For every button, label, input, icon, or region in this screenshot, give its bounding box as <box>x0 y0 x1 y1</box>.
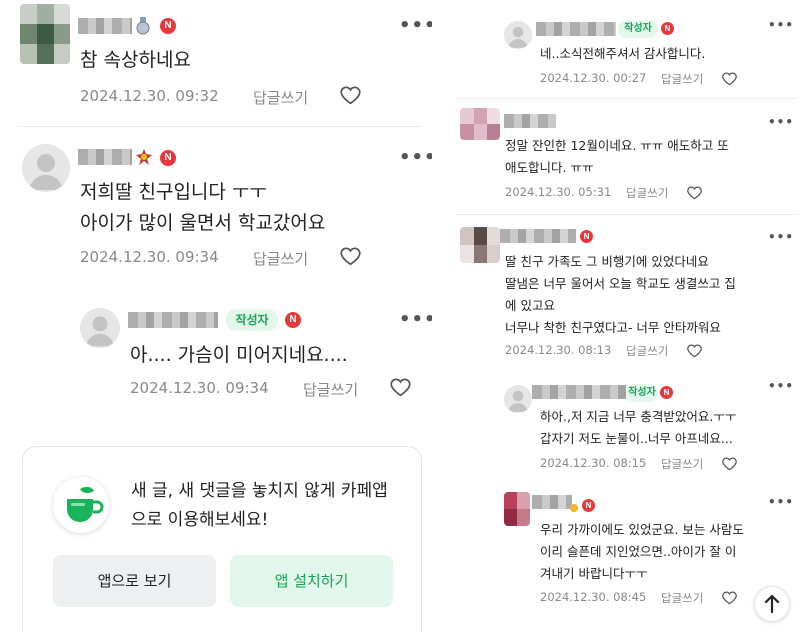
heart-icon[interactable] <box>340 247 361 270</box>
comment-text: 딸 친구 가족도 그 비행기에 있었다네요 딸냄은 너무 울어서 오늘 학교도 … <box>505 254 736 335</box>
reply-link[interactable]: 답글쓰기 <box>626 185 668 201</box>
comment-item: N ••• 저희딸 친구입니다 ㅜㅜ 아이가 많이 울면서 학교갔어요 2024… <box>0 127 432 287</box>
app-promo-card: 새 글, 새 댓글을 놓치지 않게 카페앱으로 이용해보세요! 앱으로 보기 앱… <box>22 446 422 632</box>
comment-text: 우리 가까이에도 있었군요. 보는 사람도 이리 슬픈데 지인었으면..아이가 … <box>540 522 744 581</box>
nickname[interactable] <box>532 385 626 399</box>
comment-item: N ••• 딸 친구 가족도 그 비행기에 있었다네요 딸냄은 너무 울어서 오… <box>452 215 800 365</box>
comment-text: 저희딸 친구입니다 ㅜㅜ 아이가 많이 울면서 학교갔어요 <box>80 181 326 234</box>
heart-icon[interactable] <box>340 86 361 109</box>
new-badge: N <box>285 312 301 328</box>
comment-date: 2024.12.30. 05:31 <box>505 185 612 199</box>
scroll-to-top-button[interactable] <box>754 586 790 622</box>
level-icon <box>570 498 578 512</box>
more-icon[interactable]: ••• <box>768 230 794 244</box>
reply-link[interactable]: 답글쓰기 <box>253 87 308 108</box>
nickname[interactable] <box>78 149 132 165</box>
nickname[interactable] <box>78 18 132 34</box>
comment-date: 2024.12.30. 09:34 <box>80 248 219 266</box>
nickname[interactable] <box>128 312 218 328</box>
profile-icon[interactable] <box>80 308 120 348</box>
new-badge: N <box>660 386 673 399</box>
medal-icon <box>136 17 150 35</box>
new-badge: N <box>580 230 593 243</box>
nickname[interactable] <box>504 114 556 128</box>
nickname[interactable] <box>500 229 576 243</box>
level-icon <box>136 149 152 165</box>
new-badge: N <box>160 150 176 166</box>
comment-reply-item: N ••• 우리 가까이에도 있었군요. 보는 사람도 이리 슬픈데 지인었으면… <box>452 480 800 632</box>
promo-message: 새 글, 새 댓글을 놓치지 않게 카페앱으로 이용해보세요! <box>131 481 388 530</box>
reply-link[interactable]: 답글쓰기 <box>661 456 703 472</box>
comment-text: 참 속상하네요 <box>80 49 191 71</box>
reply-link[interactable]: 답글쓰기 <box>661 590 703 606</box>
profile-icon[interactable] <box>504 385 532 413</box>
right-pane: 작성자 N ••• 네..소식전해주셔서 감사합니다. 2024.12.30. … <box>452 0 800 632</box>
new-badge: N <box>661 22 674 35</box>
left-pane: N ••• 참 속상하네요 2024.12.30. 09:32 답글쓰기 N •… <box>0 0 432 632</box>
new-badge: N <box>160 18 176 34</box>
author-tag: 작성자 <box>626 384 658 402</box>
comment-text: 네..소식전해주셔서 감사합니다. <box>540 46 706 61</box>
comment-date: 2024.12.30. 09:34 <box>130 379 269 397</box>
nickname[interactable] <box>536 22 616 36</box>
comment-item: ••• 정말 잔인한 12월이네요. ㅠㅠ 애도하고 또 애도합니다. ㅠㅠ 2… <box>452 100 800 215</box>
reply-link[interactable]: 답글쓰기 <box>303 379 358 400</box>
profile-icon[interactable] <box>22 144 70 192</box>
reply-link[interactable]: 답글쓰기 <box>253 248 308 269</box>
heart-icon[interactable] <box>687 185 702 204</box>
avatar[interactable] <box>20 4 70 64</box>
reply-link[interactable]: 답글쓰기 <box>661 71 703 87</box>
comment-date: 2024.12.30. 09:32 <box>80 87 219 105</box>
heart-icon[interactable] <box>722 590 737 609</box>
comment-date: 2024.12.30. 08:15 <box>540 456 647 470</box>
pane-gap <box>432 0 452 632</box>
comment-text: 정말 잔인한 12월이네요. ㅠㅠ 애도하고 또 애도합니다. ㅠㅠ <box>505 138 729 175</box>
comment-date: 2024.12.30. 08:45 <box>540 590 647 604</box>
more-icon[interactable]: ••• <box>399 147 432 168</box>
more-icon[interactable]: ••• <box>768 495 794 509</box>
profile-icon[interactable] <box>504 21 532 49</box>
cafe-cup-icon <box>53 477 109 533</box>
more-icon[interactable]: ••• <box>399 309 432 330</box>
comment-reply-item: 작성자 N ••• 하아.,저 지금 너무 충격받았어요.ㅜㅜ 갑자기 저도 눈… <box>452 365 800 480</box>
reply-link[interactable]: 답글쓰기 <box>626 343 668 359</box>
nickname[interactable] <box>532 495 572 509</box>
comment-text: 아.... 가슴이 미어지네요.... <box>130 344 348 366</box>
author-tag: 작성자 <box>618 20 658 38</box>
avatar[interactable] <box>460 108 500 140</box>
more-icon[interactable]: ••• <box>768 379 794 393</box>
comment-text: 하아.,저 지금 너무 충격받았어요.ㅜㅜ 갑자기 저도 눈물이..너무 아프네… <box>540 409 737 446</box>
avatar[interactable] <box>460 227 500 263</box>
install-app-button[interactable]: 앱 설치하기 <box>230 555 393 607</box>
heart-icon[interactable] <box>687 343 702 362</box>
heart-icon[interactable] <box>390 378 411 401</box>
comment-reply-item: 작성자 N ••• 네..소식전해주셔서 감사합니다. 2024.12.30. … <box>452 0 800 100</box>
comment-item: N ••• 참 속상하네요 2024.12.30. 09:32 답글쓰기 <box>0 0 432 127</box>
open-app-button[interactable]: 앱으로 보기 <box>53 555 216 607</box>
divider <box>456 98 796 99</box>
new-badge: N <box>582 499 595 512</box>
more-icon[interactable]: ••• <box>399 15 432 36</box>
more-icon[interactable]: ••• <box>768 18 794 32</box>
comment-date: 2024.12.30. 00:27 <box>540 71 647 85</box>
heart-icon[interactable] <box>722 456 737 475</box>
comment-reply-item: 작성자 N ••• 아.... 가슴이 미어지네요.... 2024.12.30… <box>0 287 432 437</box>
comment-date: 2024.12.30. 08:13 <box>505 343 612 357</box>
avatar[interactable] <box>504 492 530 526</box>
author-tag: 작성자 <box>226 309 278 331</box>
more-icon[interactable]: ••• <box>768 115 794 129</box>
heart-icon[interactable] <box>722 71 737 90</box>
arrow-up-icon <box>764 594 780 614</box>
